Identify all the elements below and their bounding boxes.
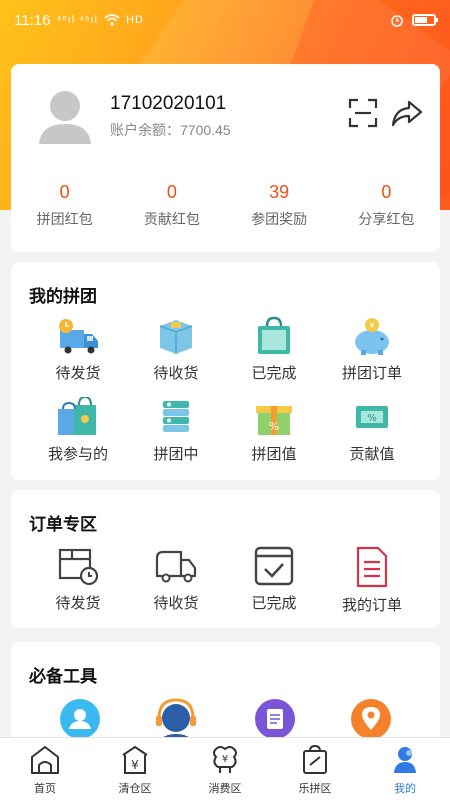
nav-label: 我的 xyxy=(394,783,416,795)
section-title: 必备工具 xyxy=(29,667,97,686)
nav-item-clearance[interactable]: ¥ 清仓区 xyxy=(90,738,180,800)
stats-row: 0 拼团红包 0 贡献红包 39 参团奖励 0 分享红包 xyxy=(11,179,440,229)
box-clock-icon xyxy=(58,548,99,586)
svg-text:¥: ¥ xyxy=(222,754,228,765)
percent-ticket-icon: % xyxy=(356,406,388,428)
order-item-pending-ship[interactable]: 待发货 xyxy=(28,546,128,613)
stat-label: 分享红包 xyxy=(358,211,415,227)
svg-text:%: % xyxy=(367,413,377,424)
stat-value: 0 xyxy=(166,182,177,202)
status-bar: 11:16 ⁴⁶ıl ⁴⁶ıl HD xyxy=(0,0,450,40)
truck-outline-icon xyxy=(155,550,197,583)
order-zone-card: 订单专区 待发货 待收货 已完成 我的订单 xyxy=(11,490,440,628)
wifi-icon xyxy=(104,14,120,26)
nav-item-home[interactable]: 首页 xyxy=(0,738,90,800)
svg-text:%: % xyxy=(269,420,279,433)
pin-item-in-progress[interactable]: 拼团中 xyxy=(126,397,226,464)
consume-icon: ¥ xyxy=(213,746,237,773)
pin-item-label: 拼团订单 xyxy=(341,365,402,382)
pin-item-label: 已完成 xyxy=(251,365,297,382)
piggy-bank-icon: ¥ xyxy=(355,318,389,355)
svg-text:¥: ¥ xyxy=(369,321,374,330)
order-item-pending-receive[interactable]: 待收货 xyxy=(126,546,226,613)
section-title: 我的拼团 xyxy=(29,287,97,306)
pin-item-group-orders[interactable]: ¥ 拼团订单 xyxy=(322,316,422,383)
scan-icon[interactable] xyxy=(348,98,378,128)
nav-label: 消费区 xyxy=(208,783,242,795)
share-icon[interactable] xyxy=(391,98,423,128)
delivery-truck-icon xyxy=(59,319,98,354)
account-balance: 账户余额：7700.45 xyxy=(110,122,231,138)
stat-label: 贡献红包 xyxy=(143,211,200,227)
my-group-buy-card: 我的拼团 待发货 待收货 已完成 ¥ 拼团订单 我参与的 拼团中 % 拼团值 %… xyxy=(11,262,440,480)
order-item-label: 已完成 xyxy=(251,595,297,612)
user-profile-icon[interactable] xyxy=(59,698,101,740)
alarm-icon xyxy=(391,15,403,27)
stat-value: 39 xyxy=(269,182,290,202)
checkbox-icon xyxy=(254,546,294,586)
order-item-label: 我的订单 xyxy=(341,597,402,614)
stat-pin-redpacket[interactable]: 0 拼团红包 xyxy=(11,179,118,229)
nav-item-mine[interactable]: 我的 xyxy=(360,738,450,800)
pin-item-label: 拼团值 xyxy=(251,446,297,463)
essential-tools-card: 必备工具 xyxy=(11,642,440,752)
status-time: 11:16 xyxy=(14,11,51,29)
group-buy-icon xyxy=(303,744,327,774)
notes-icon[interactable] xyxy=(254,698,296,740)
section-title: 订单专区 xyxy=(29,515,97,534)
document-icon xyxy=(356,546,388,588)
stat-label: 拼团红包 xyxy=(36,211,93,227)
pin-item-label: 贡献值 xyxy=(349,446,395,463)
coin-stack-icon xyxy=(163,401,189,432)
nav-item-group-buy[interactable]: 乐拼区 xyxy=(270,738,360,800)
nav-item-consume[interactable]: ¥ 消费区 xyxy=(180,738,270,800)
pin-item-label: 拼团中 xyxy=(153,446,199,463)
clearance-icon: ¥ xyxy=(122,745,148,774)
pin-item-label: 待发货 xyxy=(55,365,101,382)
shopping-bag-icon xyxy=(258,316,290,354)
stat-join-reward[interactable]: 39 参团奖励 xyxy=(226,179,333,229)
nav-label: 首页 xyxy=(34,783,56,795)
stat-value: 0 xyxy=(59,182,70,202)
pin-item-contribution[interactable]: % 贡献值 xyxy=(322,397,422,464)
pin-item-pending-receive[interactable]: 待收货 xyxy=(126,316,226,383)
stat-label: 参团奖励 xyxy=(251,211,308,227)
pin-item-completed[interactable]: 已完成 xyxy=(224,316,324,383)
nav-label: 乐拼区 xyxy=(298,783,332,795)
stat-contribution-redpacket[interactable]: 0 贡献红包 xyxy=(118,179,225,229)
pin-item-label: 待收货 xyxy=(153,365,199,382)
pin-item-pending-ship[interactable]: 待发货 xyxy=(28,316,128,383)
gift-bags-icon xyxy=(58,397,96,435)
avatar[interactable] xyxy=(33,84,97,148)
order-item-label: 待收货 xyxy=(153,595,199,612)
battery-icon xyxy=(412,14,438,26)
signal-icon: ⁴⁶ıl ⁴⁶ıl xyxy=(56,14,99,26)
bottom-navigation: 首页 ¥ 清仓区 ¥ 消费区 乐拼区 我的 xyxy=(0,737,450,800)
order-item-label: 待发货 xyxy=(55,595,101,612)
location-icon[interactable] xyxy=(350,698,392,740)
home-icon xyxy=(31,746,59,774)
network-type: HD xyxy=(126,14,144,26)
pin-item-participated[interactable]: 我参与的 xyxy=(28,397,128,464)
pin-item-label: 我参与的 xyxy=(47,446,108,463)
gift-box-icon: % xyxy=(256,406,292,435)
profile-card: 17102020101 账户余额：7700.45 0 拼团红包 0 贡献红包 3… xyxy=(11,64,440,252)
user-phone: 17102020101 xyxy=(110,93,227,114)
stat-value: 0 xyxy=(381,182,392,202)
svg-text:¥: ¥ xyxy=(131,758,139,772)
profile-icon xyxy=(394,747,416,773)
order-item-my-orders[interactable]: 我的订单 xyxy=(322,546,422,615)
stat-share-redpacket[interactable]: 0 分享红包 xyxy=(333,179,440,229)
order-item-completed[interactable]: 已完成 xyxy=(224,546,324,613)
pin-item-group-value[interactable]: % 拼团值 xyxy=(224,397,324,464)
package-box-icon xyxy=(159,320,193,354)
nav-label: 清仓区 xyxy=(118,783,152,795)
